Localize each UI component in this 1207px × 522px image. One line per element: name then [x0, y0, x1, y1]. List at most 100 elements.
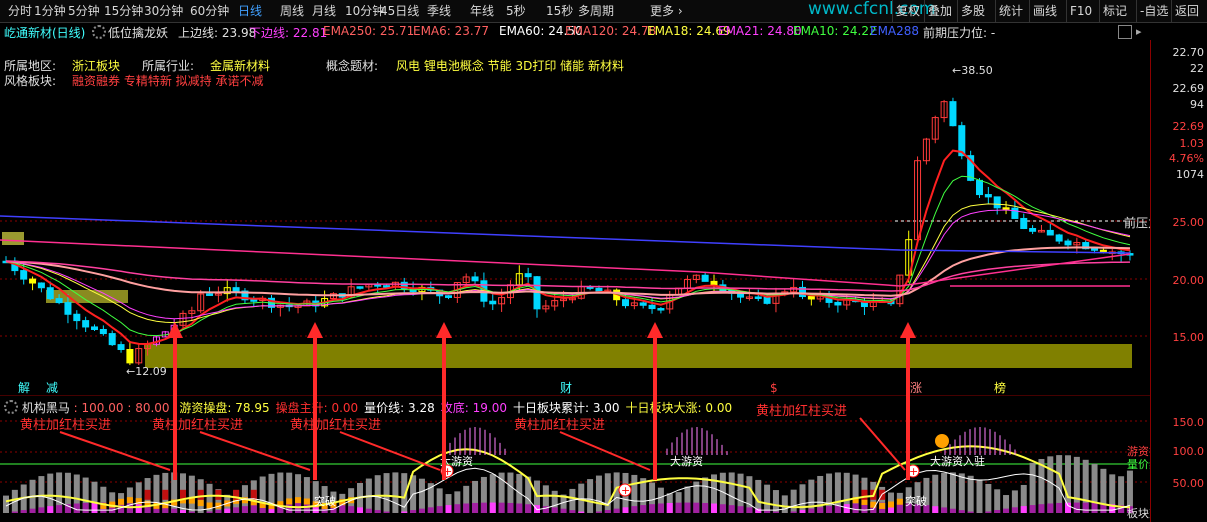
tool-button-2[interactable]: 多股 [961, 3, 985, 19]
orange-bar [861, 498, 868, 505]
volume-bar [188, 475, 195, 513]
magenta-bar [941, 507, 948, 513]
price-axis-label-7: 1074 [1176, 168, 1204, 181]
orange-bar [126, 497, 133, 504]
tool-button-0[interactable]: 复权 [896, 3, 920, 19]
magenta-bar [1056, 502, 1063, 513]
candle-body [29, 278, 37, 284]
indicator-gear-icon[interactable] [4, 400, 18, 414]
price-axis-label-3: 94 [1190, 98, 1204, 111]
candle-body [1091, 248, 1099, 251]
title-value-7: EMA21: 24.80 [718, 24, 802, 38]
period-tab-12[interactable]: 年线 [470, 3, 494, 19]
indicator-name[interactable]: 低位擒龙妖 [108, 24, 168, 41]
magenta-bar [507, 502, 514, 513]
period-tab-10[interactable]: 45日线 [380, 3, 419, 19]
candle-body [445, 295, 452, 298]
volume-bar [994, 489, 1001, 513]
magenta-bar [551, 507, 558, 513]
period-tab-14[interactable]: 15秒 [546, 3, 573, 19]
tool-button-7[interactable]: -自选 [1140, 3, 1168, 19]
volume-bar [374, 475, 381, 513]
tool-button-1[interactable]: 叠加 [928, 3, 952, 19]
candle-body [82, 320, 90, 328]
period-tab-4[interactable]: 30分钟 [144, 3, 183, 19]
ema-line-10 [5, 175, 1131, 337]
magenta-bar [436, 506, 443, 513]
settings-gear-icon[interactable] [92, 25, 106, 39]
kline-chart[interactable]: ←38.50 ←12.09 解 减 财 $ 涨 榜 前压力 [0, 40, 1150, 395]
toolbar-separator [957, 0, 958, 22]
period-tab-15[interactable]: 多周期 [578, 3, 614, 19]
event-tag-1: 减 [46, 381, 58, 395]
period-tab-1[interactable]: 1分钟 [34, 3, 66, 19]
candle-body [949, 101, 957, 127]
title-value-1: 下边线: 22.81 [249, 26, 328, 40]
magenta-bar [1082, 502, 1089, 513]
magenta-bar [233, 507, 240, 513]
tool-button-5[interactable]: F10 [1070, 3, 1092, 19]
candle-body [622, 299, 629, 307]
tool-button-8[interactable]: 返回 [1175, 3, 1199, 19]
tool-button-6[interactable]: 标记 [1103, 3, 1127, 19]
period-tab-16[interactable]: 更多 › [650, 3, 683, 19]
title-value-8: EMA10: 24.22 [793, 24, 877, 38]
period-tab-7[interactable]: 周线 [280, 3, 304, 19]
period-tab-9[interactable]: 10分钟 [345, 3, 384, 19]
ema-line-60 [5, 246, 1131, 297]
period-tab-11[interactable]: 季线 [427, 3, 451, 19]
toolbar-separator [1136, 0, 1137, 22]
price-axis-label-8: 25.00 [1172, 216, 1205, 229]
plus-icon-glyph: + [909, 465, 918, 478]
plus-icon-glyph: + [443, 465, 452, 478]
period-tab-6[interactable]: 日线 [238, 3, 262, 19]
magenta-bar [489, 502, 496, 513]
candle-body [117, 344, 125, 351]
price-axis-label-4: 22.69 [1172, 120, 1205, 133]
tool-button-3[interactable]: 统计 [999, 3, 1023, 19]
indicator-params: : 100.00 : 80.00 [73, 401, 170, 415]
indicator-value-1: 操盘主升: 0.00 [275, 401, 359, 415]
period-tab-13[interactable]: 5秒 [506, 3, 526, 19]
plus-icon-glyph: + [621, 484, 630, 497]
period-tab-2[interactable]: 5分钟 [68, 3, 100, 19]
candle-body [64, 302, 72, 315]
stock-title[interactable]: 屹通新材(日线) [4, 24, 85, 41]
magenta-bar [480, 502, 487, 513]
magenta-bar [595, 511, 602, 513]
candle-body [1064, 240, 1072, 246]
magenta-bar [1020, 506, 1027, 513]
candle-body [91, 326, 98, 330]
period-tab-3[interactable]: 15分钟 [104, 3, 143, 19]
magenta-bar [949, 508, 956, 513]
indicator-title[interactable]: 机构黑马 [22, 401, 70, 415]
magenta-bar [38, 507, 45, 513]
magenta-bar [737, 506, 744, 513]
candle-body [20, 270, 28, 280]
magenta-bar [82, 502, 89, 513]
period-tab-5[interactable]: 60分钟 [190, 3, 229, 19]
tool-button-4[interactable]: 画线 [1033, 3, 1057, 19]
chart-arrow-icon[interactable]: ▸ [1136, 25, 1142, 38]
magenta-bar [967, 511, 974, 513]
volume-bar [967, 475, 974, 513]
indicator-value-4: 十日板块累计: 3.00 [512, 401, 620, 415]
candle-body [1055, 234, 1063, 242]
grid-settings-icon[interactable] [1118, 25, 1132, 39]
candle-body [984, 194, 992, 198]
period-tab-8[interactable]: 月线 [312, 3, 336, 19]
magenta-bar [569, 510, 576, 513]
magenta-bar [826, 506, 833, 513]
candle-body [55, 298, 63, 304]
magenta-bar [348, 506, 355, 513]
magenta-bar [666, 502, 673, 513]
red-bar [162, 489, 169, 500]
volume-bar [604, 473, 611, 513]
indicator-side-label-2: 板块交 [1127, 506, 1150, 520]
indicator-mark-2: 大游资 [670, 454, 703, 468]
magenta-bar [808, 508, 815, 513]
period-tab-0[interactable]: 分时 [8, 3, 32, 19]
magenta-bar [1073, 502, 1080, 513]
indicator-side-label-1: 量价线 [1127, 457, 1150, 471]
candle-body [524, 273, 532, 278]
